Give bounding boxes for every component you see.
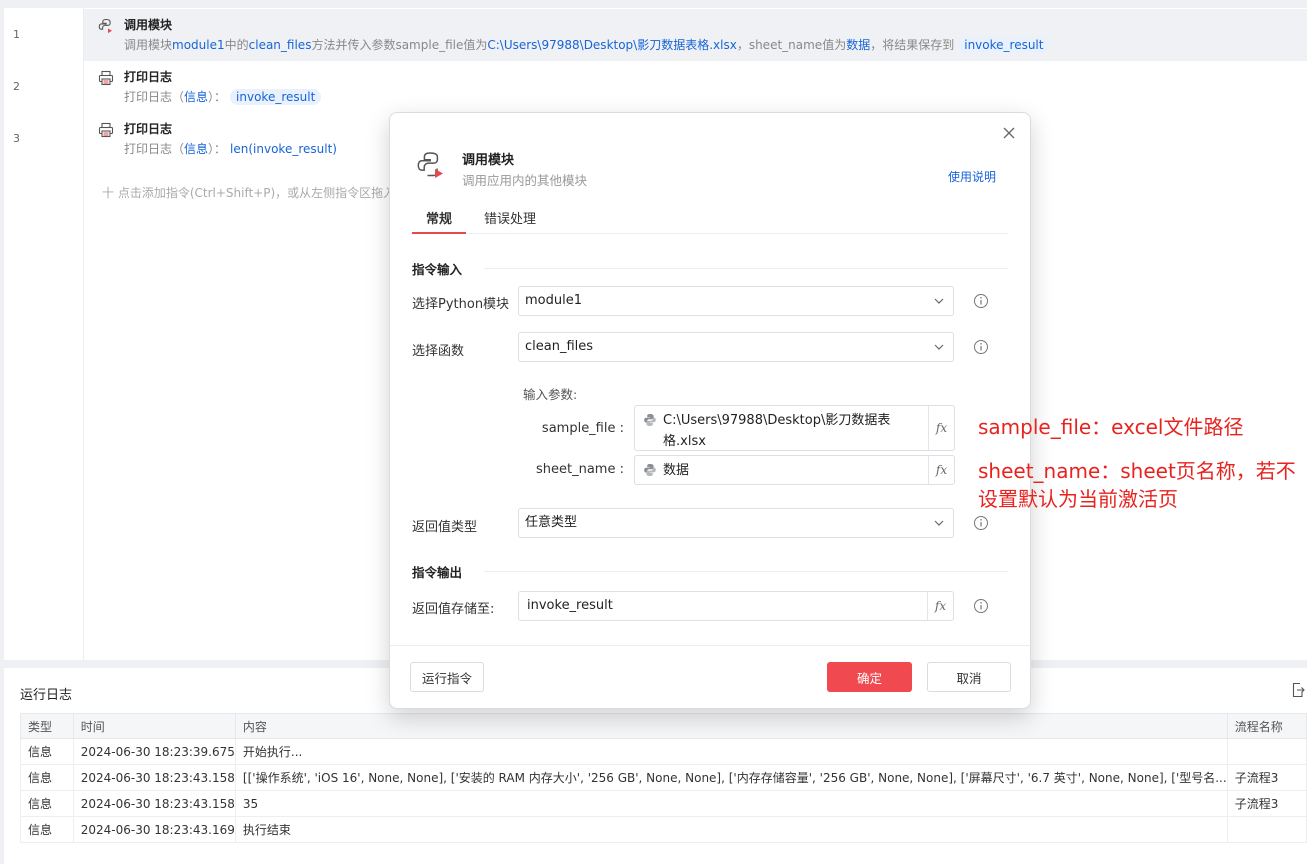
annotation-sheet-name: sheet_name：sheet页名称，若不 <box>978 459 1296 483</box>
cancel-button[interactable]: 取消 <box>927 662 1011 692</box>
store-label: 返回值存储至: <box>412 602 495 617</box>
run-log-title: 运行日志 <box>20 688 73 703</box>
cell-flow: 子流程3 <box>1226 790 1307 817</box>
cell-content: 35 <box>234 790 1228 817</box>
chevron-down-icon <box>934 298 944 304</box>
tab-error-handling[interactable]: 错误处理 <box>484 208 536 234</box>
column-header: 类型 <box>20 713 74 739</box>
chevron-down-icon <box>934 520 944 526</box>
line-gutter: 1 2 3 <box>4 8 84 660</box>
dialog-footer-divider <box>390 645 1030 646</box>
cell-flow: 子流程3 <box>1226 764 1307 791</box>
fx-button[interactable]: fx <box>928 406 954 450</box>
table-row[interactable]: 信息 2024-06-30 18:23:43.158 35 子流程3 <box>20 790 1307 817</box>
function-select[interactable]: clean_files <box>518 332 954 362</box>
cell-type: 信息 <box>20 738 74 765</box>
cell-time: 2024-06-30 18:23:43.158 <box>72 790 236 817</box>
table-row[interactable]: 信息 2024-06-30 18:23:43.158 [['操作系统', 'iO… <box>20 764 1307 791</box>
run-command-button[interactable]: 运行指令 <box>410 662 484 692</box>
tab-general[interactable]: 常规 <box>412 208 467 234</box>
printer-icon <box>98 70 114 86</box>
section-output-title: 指令输出 <box>412 565 463 580</box>
confirm-button[interactable]: 确定 <box>827 662 912 692</box>
module-label: 选择Python模块 <box>412 297 510 312</box>
sample-file-input[interactable]: C:\Users\97988\Desktop\影刀数据表格.xlsx fx <box>634 405 955 451</box>
cell-time: 2024-06-30 18:23:43.158 <box>72 764 236 791</box>
sheet-name-value: 数据 <box>663 463 690 478</box>
annotation-sheet-name-cont: 设置默认为当前激活页 <box>978 487 1178 511</box>
dialog-subtitle: 调用应用内的其他模块 <box>462 173 588 188</box>
cell-type: 信息 <box>20 790 74 817</box>
table-row[interactable]: 信息 2024-06-30 18:23:43.169 执行结束 <box>20 816 1307 843</box>
step-description: 打印日志（信息）： invoke_result <box>124 88 322 105</box>
column-header: 内容 <box>234 713 1228 739</box>
python-module-icon <box>417 152 443 178</box>
dialog-title: 调用模块 <box>462 153 515 168</box>
return-type-select[interactable]: 任意类型 <box>518 508 954 538</box>
fx-button[interactable]: fx <box>927 592 953 620</box>
run-log-table: 类型 时间 内容 流程名称 信息 2024-06-30 18:23:39.675… <box>20 713 1307 843</box>
sample-file-value: C:\Users\97988\Desktop\影刀数据表格.xlsx <box>663 413 891 449</box>
info-icon[interactable] <box>973 293 989 309</box>
param-name: sheet_name : <box>536 462 624 477</box>
line-number: 2 <box>13 80 20 93</box>
export-icon[interactable] <box>1291 682 1305 698</box>
cell-content: 开始执行... <box>234 738 1228 765</box>
cell-content: [['操作系统', 'iOS 16', None, None], ['安装的 R… <box>234 764 1228 791</box>
cell-type: 信息 <box>20 816 74 843</box>
module-select[interactable]: module1 <box>518 286 954 316</box>
cell-content: 执行结束 <box>234 816 1228 843</box>
table-header-row: 类型 时间 内容 流程名称 <box>20 713 1307 739</box>
section-divider <box>484 268 1008 269</box>
line-number: 3 <box>13 132 20 145</box>
step-title: 打印日志 <box>124 122 173 136</box>
section-divider <box>484 571 1008 572</box>
cell-flow <box>1226 816 1307 843</box>
params-label: 输入参数: <box>523 387 578 402</box>
step-title: 打印日志 <box>124 70 173 84</box>
cell-flow <box>1226 738 1307 765</box>
flow-step-print-log[interactable]: 打印日志 打印日志（信息）： invoke_result <box>84 61 1307 113</box>
table-row[interactable]: 信息 2024-06-30 18:23:39.675 开始执行... <box>20 738 1307 765</box>
function-label: 选择函数 <box>412 344 465 359</box>
python-icon <box>644 464 656 476</box>
store-variable-input[interactable]: invoke_result fx <box>518 591 954 621</box>
dialog-tabs: 常规 错误处理 <box>412 208 1008 234</box>
chevron-down-icon <box>934 344 944 350</box>
step-title: 调用模块 <box>124 18 173 32</box>
printer-icon <box>98 122 114 138</box>
annotation-sample-file: sample_file：excel文件路径 <box>978 415 1244 439</box>
line-number: 1 <box>13 28 20 41</box>
info-icon[interactable] <box>973 598 989 614</box>
column-header: 流程名称 <box>1226 713 1307 739</box>
invoke-module-dialog: 调用模块 调用应用内的其他模块 使用说明 常规 错误处理 指令输入 选择Pyth… <box>389 112 1031 709</box>
section-input-title: 指令输入 <box>412 262 463 277</box>
close-icon[interactable] <box>1002 126 1016 140</box>
store-variable-value: invoke_result <box>527 598 613 613</box>
step-description: 打印日志（信息）： len(invoke_result) <box>124 142 337 156</box>
flow-step-invoke-module[interactable]: 调用模块 调用模块module1中的clean_files方法并传入参数samp… <box>84 9 1307 61</box>
column-header: 时间 <box>72 713 236 739</box>
add-command-hint[interactable]: 十 点击添加指令(Ctrl+Shift+P)，或从左侧指令区拖入 <box>102 184 395 201</box>
sheet-name-input[interactable]: 数据 fx <box>634 455 955 485</box>
cell-time: 2024-06-30 18:23:39.675 <box>72 738 236 765</box>
cell-time: 2024-06-30 18:23:43.169 <box>72 816 236 843</box>
cell-type: 信息 <box>20 764 74 791</box>
step-description: 调用模块module1中的clean_files方法并传入参数sample_fi… <box>124 36 1050 53</box>
param-name: sample_file : <box>541 421 624 436</box>
fx-button[interactable]: fx <box>928 456 954 484</box>
return-type-label: 返回值类型 <box>412 520 478 535</box>
info-icon[interactable] <box>973 339 989 355</box>
python-module-icon <box>98 18 112 34</box>
python-icon <box>644 414 656 426</box>
info-icon[interactable] <box>973 515 989 531</box>
help-link[interactable]: 使用说明 <box>948 168 996 185</box>
